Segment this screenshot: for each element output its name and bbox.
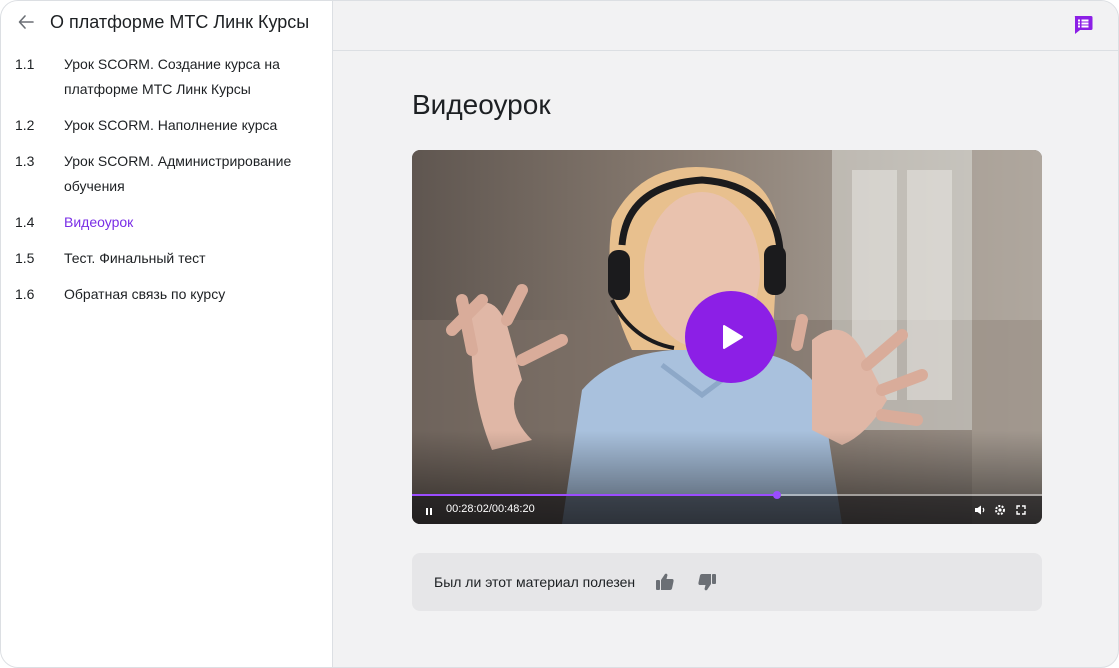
lesson-title: Обратная связь по курсу (64, 286, 226, 302)
lesson-item-1-6[interactable]: 1.6 Обратная связь по курсу (1, 282, 332, 307)
lesson-number: 1.3 (15, 153, 35, 169)
volume-button[interactable] (973, 503, 987, 517)
lesson-number: 1.1 (15, 56, 35, 72)
lesson-number: 1.6 (15, 286, 35, 302)
like-button[interactable] (653, 570, 677, 594)
video-player[interactable]: 00:28:02/00:48:20 (412, 150, 1042, 524)
play-icon (723, 325, 743, 349)
lesson-item-1-1[interactable]: 1.1 Урок SCORM. Создание курса на платфор… (1, 52, 332, 102)
progress-fill (412, 494, 778, 496)
gear-icon (995, 505, 1005, 515)
chat-list-icon (1074, 16, 1093, 34)
feedback-panel: Был ли этот материал полезен (412, 553, 1042, 611)
sidebar-header: О платформе МТС Линк Курсы (1, 1, 332, 43)
fullscreen-icon (1016, 505, 1026, 515)
back-button[interactable] (15, 11, 37, 33)
chat-button[interactable] (1072, 14, 1094, 36)
settings-button[interactable] (993, 503, 1007, 517)
progress-bar[interactable] (412, 491, 1042, 499)
arrow-left-icon (18, 15, 34, 29)
lesson-title: Тест. Финальный тест (64, 250, 206, 266)
page-title: Видеоурок (412, 89, 551, 120)
play-button[interactable] (685, 291, 777, 383)
lesson-title: Урок SCORM. Наполнение курса (64, 117, 278, 133)
thumbs-up-icon (656, 573, 674, 590)
course-title: О платформе МТС Линк Курсы (50, 11, 310, 32)
lesson-number: 1.4 (15, 214, 35, 230)
lesson-number: 1.5 (15, 250, 35, 266)
app-window: О платформе МТС Линк Курсы 1.1 Урок SCORM… (0, 0, 1119, 668)
lesson-title: Урок SCORM. Создание курса на платформе … (64, 56, 280, 97)
lesson-title: Видеоурок (64, 214, 134, 230)
fullscreen-button[interactable] (1014, 503, 1028, 517)
lesson-item-1-2[interactable]: 1.2 Урок SCORM. Наполнение курса (1, 113, 332, 138)
dislike-button[interactable] (695, 570, 719, 594)
top-bar (333, 1, 1118, 51)
pause-icon (426, 508, 432, 515)
lesson-item-1-3[interactable]: 1.3 Урок SCORM. Администрирование обучени… (1, 149, 332, 199)
lesson-list: 1.1 Урок SCORM. Создание курса на платфор… (1, 52, 332, 307)
volume-icon (975, 505, 985, 515)
lesson-item-1-4[interactable]: 1.4 Видеоурок (1, 210, 332, 235)
video-timecode: 00:28:02/00:48:20 (446, 503, 535, 515)
pause-button[interactable] (424, 504, 434, 516)
course-sidebar: О платформе МТС Линк Курсы 1.1 Урок SCORM… (1, 1, 333, 667)
lesson-item-1-5[interactable]: 1.5 Тест. Финальный тест (1, 246, 332, 271)
feedback-question: Был ли этот материал полезен (434, 574, 636, 590)
thumbs-down-icon (698, 574, 717, 591)
lesson-number: 1.2 (15, 117, 35, 133)
main-content: Видеоурок (412, 89, 1042, 121)
progress-handle[interactable] (773, 491, 782, 499)
lesson-title: Урок SCORM. Администрирование обучения (64, 153, 292, 194)
video-controls: 00:28:02/00:48:20 (412, 491, 1042, 524)
